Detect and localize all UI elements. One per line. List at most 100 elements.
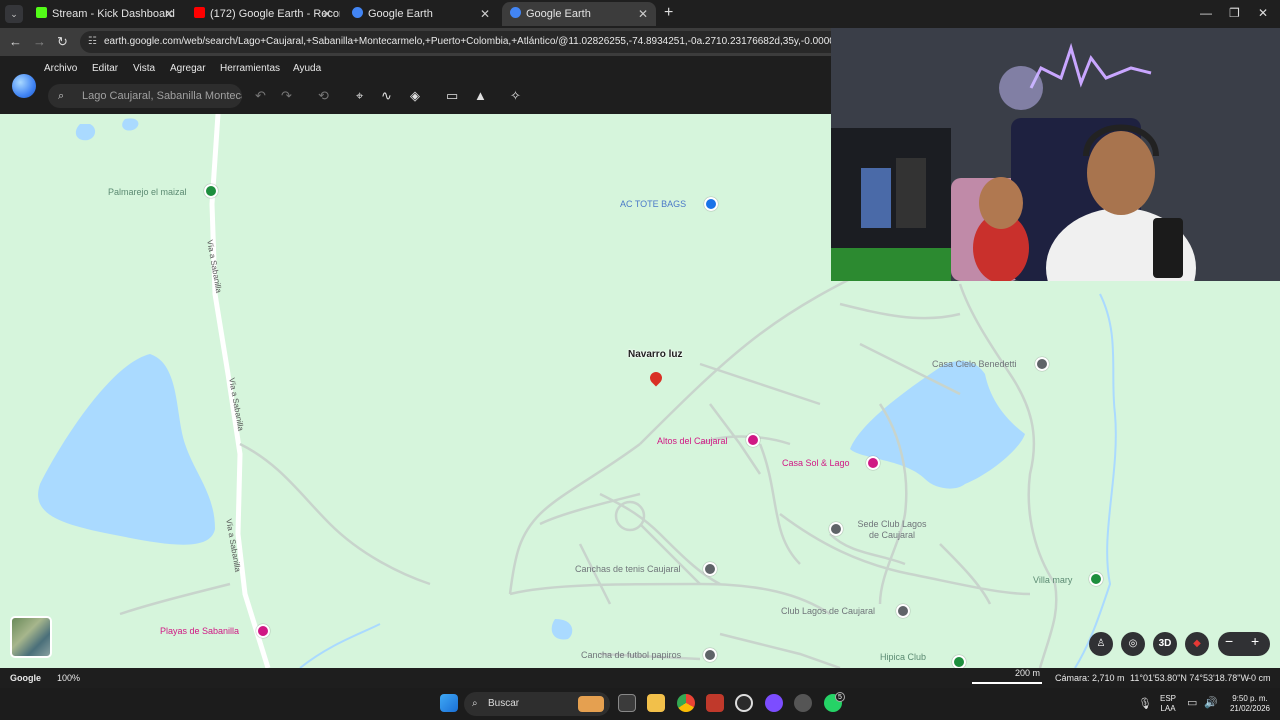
place-label[interactable]: Canchas de tenis Caujaral [575,564,681,574]
path-icon[interactable]: ∿ [381,88,392,104]
clock-date: 21/02/2026 [1229,704,1271,713]
compass-icon[interactable]: ◆ [1185,632,1209,656]
google-earth-favicon-icon [510,7,521,18]
pegman-icon[interactable]: ♙ [1089,632,1113,656]
place-icon[interactable] [703,562,717,576]
park-icon[interactable] [952,655,966,668]
place-label[interactable]: Hipica Club [880,652,926,662]
toggle-3d-button[interactable]: 3D [1153,632,1177,656]
search-value: Lago Caujaral, Sabanilla Montecarmelo [82,90,242,102]
webcam-image [831,28,1280,281]
redo-icon[interactable]: ↷ [281,88,292,104]
satellite-icon[interactable]: ✧ [510,88,521,104]
scale-label: 200 m [1015,668,1041,678]
input-language[interactable]: ESP LAA [1156,694,1180,714]
layers-icon[interactable]: ◈ [410,88,420,104]
pond-north [75,124,96,141]
settings-gear-icon[interactable] [794,694,812,712]
map-style-thumbnail[interactable] [10,616,52,658]
tab-label: Stream - Kick Dashboard [52,8,175,20]
twitch-studio-icon[interactable] [765,694,783,712]
pond-south [551,619,573,640]
tab-kick-dashboard[interactable]: Stream - Kick Dashboard ✕ [28,2,182,26]
place-icon[interactable] [829,522,843,536]
place-label[interactable]: Playas de Sabanilla [160,626,239,636]
park-icon[interactable] [1089,572,1103,586]
tab-youtube[interactable]: (172) Google Earth - Recorre el ✕ [186,2,340,26]
zoom-out-icon[interactable]: − [1225,633,1233,649]
back-icon[interactable]: ← [9,34,22,49]
lodging-icon[interactable] [746,433,760,447]
windows-taskbar: ⌕ Buscar 5 🎙 ESP LAA ▭ 🔊 9:50 p. m. 21/0… [0,688,1280,720]
volume-icon[interactable]: 🔊 [1204,696,1218,709]
measure-icon[interactable]: ▭ [446,88,458,104]
network-icon[interactable]: ▭ [1187,696,1197,709]
place-icon[interactable] [896,604,910,618]
restore-icon[interactable]: ❐ [1229,6,1240,20]
app-icon[interactable] [706,694,724,712]
forward-icon[interactable]: → [33,34,46,49]
lodging-icon[interactable] [256,624,270,638]
google-earth-favicon-icon [352,7,363,18]
youtube-favicon-icon [194,7,205,18]
site-info-icon[interactable]: ☷ [88,31,97,53]
file-explorer-icon[interactable] [647,694,665,712]
menu-agregar[interactable]: Agregar [170,63,206,74]
menu-herramientas[interactable]: Herramientas [220,63,280,74]
tab-search-dropdown-icon[interactable]: ⌄ [5,5,23,23]
close-tab-icon[interactable]: ✕ [638,2,648,26]
place-label[interactable]: Palmarejo el maizal [108,187,187,197]
menu-editar[interactable]: Editar [92,63,118,74]
clock-time: 9:50 p. m. [1232,694,1268,703]
menu-vista[interactable]: Vista [133,63,155,74]
tab-label: Google Earth [368,8,433,20]
system-clock[interactable]: 9:50 p. m. 21/02/2026 [1222,694,1278,714]
placemark-icon[interactable]: ⌖ [356,88,363,104]
place-label[interactable]: Cancha de futbol papiros [581,650,681,660]
tab-google-earth-active[interactable]: Google Earth ✕ [502,2,656,26]
microphone-icon[interactable]: 🎙 [1138,697,1152,710]
place-icon[interactable] [703,648,717,662]
place-label[interactable]: Casa Sol & Lago [782,458,850,468]
place-label[interactable]: Casa Cielo Benedetti [932,359,1017,369]
obs-icon[interactable] [735,694,753,712]
reload-icon[interactable]: ↻ [57,34,68,50]
undo-icon[interactable]: ↶ [255,88,266,104]
chrome-icon[interactable] [677,694,695,712]
kick-favicon-icon [36,7,47,18]
lake-caujaral [850,361,1025,489]
close-tab-icon[interactable]: ✕ [480,2,490,26]
scale-bar [972,682,1042,684]
task-view-icon[interactable] [618,694,636,712]
park-icon[interactable] [204,184,218,198]
zoom-in-icon[interactable]: + [1251,633,1259,649]
lake-west [38,354,215,545]
menu-archivo[interactable]: Archivo [44,63,77,74]
coordinates: 11°01'53.80"N 74°53'18.78"W [1130,673,1249,683]
elevation: -0 cm [1248,673,1271,683]
project-icon[interactable]: ▲ [474,88,487,103]
start-icon[interactable] [440,694,458,712]
place-label[interactable]: Sede Club Lagos de Caujaral [853,519,931,541]
shop-icon[interactable] [704,197,718,211]
place-label[interactable]: AC TOTE BAGS [620,199,686,209]
close-tab-icon[interactable]: ✕ [164,2,174,26]
place-label[interactable]: Altos del Caujaral [657,436,728,446]
window-close-icon[interactable]: ✕ [1258,6,1268,20]
minimize-icon[interactable]: — [1200,6,1212,20]
place-icon[interactable] [1035,357,1049,371]
zoom-level: 100% [57,673,81,683]
my-location-icon[interactable]: ◎ [1121,632,1145,656]
new-tab-icon[interactable]: + [664,4,673,22]
tab-google-earth[interactable]: Google Earth ✕ [344,2,498,26]
close-tab-icon[interactable]: ✕ [322,2,332,26]
history-icon[interactable]: ⟲ [318,88,329,104]
lodging-icon[interactable] [866,456,880,470]
google-earth-logo-icon[interactable] [12,74,36,98]
place-label[interactable]: Villa mary [1033,575,1072,585]
earth-search-input[interactable]: ⌕ Lago Caujaral, Sabanilla Montecarmelo [48,84,242,108]
taskbar-search[interactable]: ⌕ Buscar [464,692,610,716]
placemark-label[interactable]: Navarro luz [628,349,682,360]
menu-ayuda[interactable]: Ayuda [293,63,321,74]
place-label[interactable]: Club Lagos de Caujaral [781,606,875,616]
